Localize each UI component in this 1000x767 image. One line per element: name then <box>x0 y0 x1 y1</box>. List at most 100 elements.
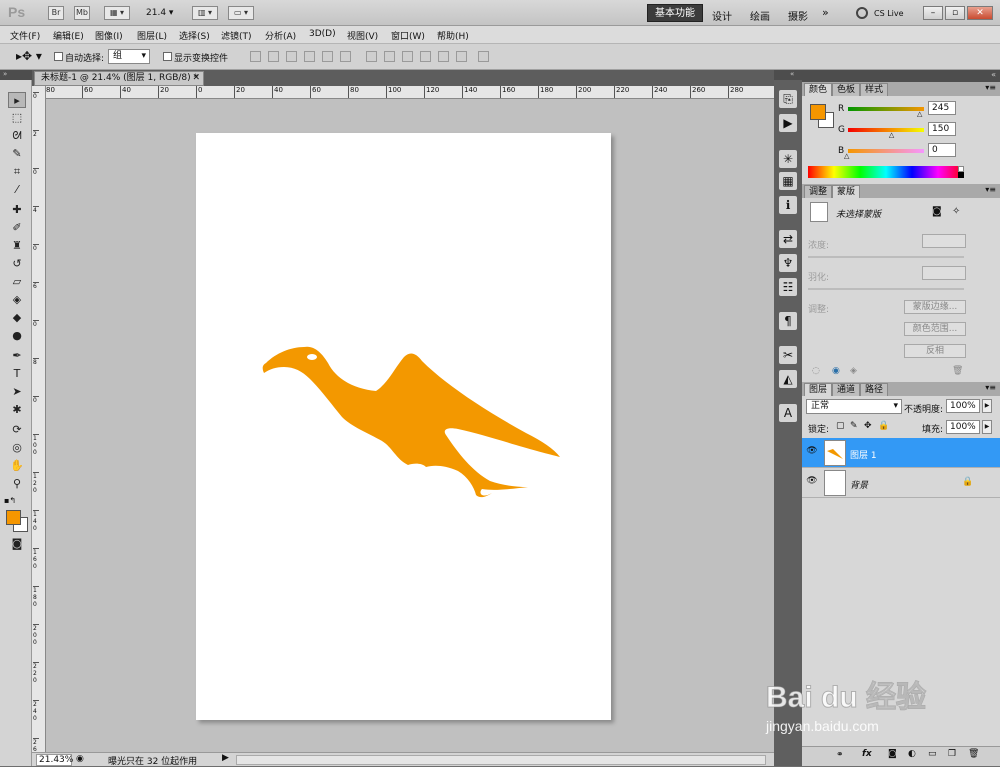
menu-select[interactable]: 选择(S) <box>179 29 210 42</box>
layer-style-icon[interactable]: fx <box>862 749 872 759</box>
distribute-bottom-icon[interactable] <box>402 51 413 62</box>
cs-live-label[interactable]: CS Live <box>874 9 904 18</box>
quick-select-tool-icon[interactable]: ✎ <box>8 146 26 162</box>
brush-panel-icon[interactable]: ✳ <box>779 150 797 168</box>
mask-edge-button[interactable]: 蒙版边缘... <box>904 300 966 314</box>
menu-help[interactable]: 帮助(H) <box>437 29 469 42</box>
new-layer-icon[interactable]: ❐ <box>948 749 956 759</box>
3d-panel-icon[interactable]: ✂ <box>779 346 797 364</box>
menu-window[interactable]: 窗口(W) <box>391 29 425 42</box>
document-canvas[interactable] <box>196 133 611 720</box>
brush-tool-icon[interactable]: ✐ <box>8 220 26 236</box>
paragraph-panel-icon[interactable]: ¶ <box>779 312 797 330</box>
close-button[interactable]: ✕ <box>967 6 993 20</box>
channel-g-value[interactable]: 150 <box>928 122 956 136</box>
history-panel-icon[interactable]: ⎘ <box>779 90 797 108</box>
screen-mode-button[interactable]: ▭ ▾ <box>228 6 254 20</box>
path-selection-tool-icon[interactable]: ➤ <box>8 384 26 400</box>
lock-all-icon[interactable]: 🔒 <box>878 421 889 431</box>
character-panel-icon[interactable]: ⇄ <box>779 230 797 248</box>
eyedropper-tool-icon[interactable]: ⁄ <box>8 182 26 198</box>
add-vector-mask-icon[interactable]: ✧ <box>952 206 960 217</box>
menu-layer[interactable]: 图层(L) <box>137 29 167 42</box>
align-vcenter-icon[interactable] <box>268 51 279 62</box>
color-range-button[interactable]: 颜色范围... <box>904 322 966 336</box>
info-panel-icon[interactable]: ℹ <box>779 196 797 214</box>
blur-tool-icon[interactable]: ◆ <box>8 310 26 326</box>
collapse-icon[interactable]: « <box>991 70 996 79</box>
distribute-right-icon[interactable] <box>456 51 467 62</box>
hand-tool-icon[interactable]: ✋ <box>8 458 26 474</box>
mini-bridge-button[interactable]: Mb <box>74 6 90 20</box>
distribute-top-icon[interactable] <box>366 51 377 62</box>
zoom-tool-icon[interactable]: ⚲ <box>8 476 26 492</box>
clone-source-panel-icon[interactable]: ▦ <box>779 172 797 190</box>
tool-presets-panel-icon[interactable]: ☷ <box>779 278 797 296</box>
panel-menu-icon[interactable]: ▾≡ <box>985 83 996 92</box>
status-info-icon[interactable]: ◉ <box>76 754 84 764</box>
channel-b-thumb[interactable]: △ <box>844 152 849 160</box>
menu-analysis[interactable]: 分析(A) <box>265 29 296 42</box>
menu-file[interactable]: 文件(F) <box>10 29 40 42</box>
align-right-icon[interactable] <box>340 51 351 62</box>
layer-comps-panel-icon[interactable]: ◭ <box>779 370 797 388</box>
type-tool-icon[interactable]: T <box>8 366 26 382</box>
crop-tool-icon[interactable]: ⌗ <box>8 164 26 180</box>
status-menu-arrow[interactable]: ▶ <box>222 753 229 763</box>
status-zoom-field[interactable]: 21.43% <box>36 754 73 766</box>
foreground-color-swatch[interactable] <box>6 510 21 525</box>
marquee-tool-icon[interactable]: ⬚ <box>8 110 26 126</box>
lock-position-icon[interactable]: ✥ <box>864 421 872 431</box>
healing-brush-tool-icon[interactable]: ✚ <box>8 202 26 218</box>
density-slider[interactable] <box>808 256 964 258</box>
auto-select-dropdown[interactable]: 组 ▾ <box>108 49 150 64</box>
align-bottom-icon[interactable] <box>286 51 297 62</box>
layer-name[interactable]: 图层 1 <box>850 448 877 461</box>
move-tool-preset-icon[interactable]: ▸✥ ▾ <box>16 49 42 63</box>
view-extras-button[interactable]: ▦ ▾ <box>104 6 130 20</box>
auto-select-checkbox[interactable] <box>54 52 63 61</box>
shape-tool-icon[interactable]: ✱ <box>8 402 26 418</box>
layer-row-background[interactable]: 👁 背景 🔒 <box>802 468 1000 498</box>
menu-edit[interactable]: 编辑(E) <box>53 29 84 42</box>
invert-button[interactable]: 反相 <box>904 344 966 358</box>
tab-paths[interactable]: 路径 <box>860 383 889 396</box>
tab-swatches[interactable]: 色板 <box>832 83 861 96</box>
blend-mode-dropdown[interactable]: 正常 ▾ <box>806 399 902 414</box>
tab-channels[interactable]: 通道 <box>832 383 861 396</box>
show-transform-checkbox[interactable] <box>163 52 172 61</box>
move-tool-icon[interactable]: ▸ <box>8 92 26 108</box>
zoom-level-dropdown[interactable]: 21.4 ▾ <box>146 8 173 18</box>
menu-3d[interactable]: 3D(D) <box>309 29 336 39</box>
pen-tool-icon[interactable]: ✒ <box>8 348 26 364</box>
lock-image-icon[interactable]: ✎ <box>850 421 858 431</box>
history-brush-tool-icon[interactable]: ↺ <box>8 256 26 272</box>
quick-mask-icon[interactable]: ◙ <box>8 536 26 552</box>
align-top-icon[interactable] <box>250 51 261 62</box>
load-selection-icon[interactable]: ◌ <box>812 366 820 376</box>
workspace-painting[interactable]: 绘画 <box>750 8 770 23</box>
delete-mask-icon[interactable]: 🗑 <box>952 366 963 376</box>
horizontal-scrollbar[interactable] <box>236 755 766 765</box>
3d-orbit-tool-icon[interactable]: ◎ <box>8 440 26 456</box>
panel-menu-icon[interactable]: ▾≡ <box>985 383 996 392</box>
canvas-area[interactable] <box>46 99 774 752</box>
paint-bucket-tool-icon[interactable]: ◈ <box>8 292 26 308</box>
feather-slider[interactable] <box>808 288 964 290</box>
tab-adjustments[interactable]: 调整 <box>804 185 833 198</box>
spectrum-black-swatch[interactable] <box>958 172 964 178</box>
document-tab[interactable]: 未标题-1 @ 21.4% (图层 1, RGB/8) * ✕ <box>34 71 204 86</box>
adjustment-layer-icon[interactable]: ◐ <box>908 749 916 759</box>
apply-mask-icon[interactable]: ◈ <box>850 366 857 376</box>
cs-live-icon[interactable] <box>856 7 868 19</box>
workspace-photography[interactable]: 摄影 <box>788 8 808 23</box>
channel-b-slider[interactable] <box>848 149 924 153</box>
distribute-hcenter-icon[interactable] <box>438 51 449 62</box>
3d-rotate-tool-icon[interactable]: ⟳ <box>8 422 26 438</box>
more-workspaces-button[interactable]: » <box>822 6 829 19</box>
layer-name[interactable]: 背景 <box>850 478 868 491</box>
channel-r-thumb[interactable]: △ <box>917 110 922 118</box>
distribute-left-icon[interactable] <box>420 51 431 62</box>
actions-panel-icon[interactable]: ▶ <box>779 114 797 132</box>
visibility-icon[interactable]: ◉ <box>832 366 840 376</box>
